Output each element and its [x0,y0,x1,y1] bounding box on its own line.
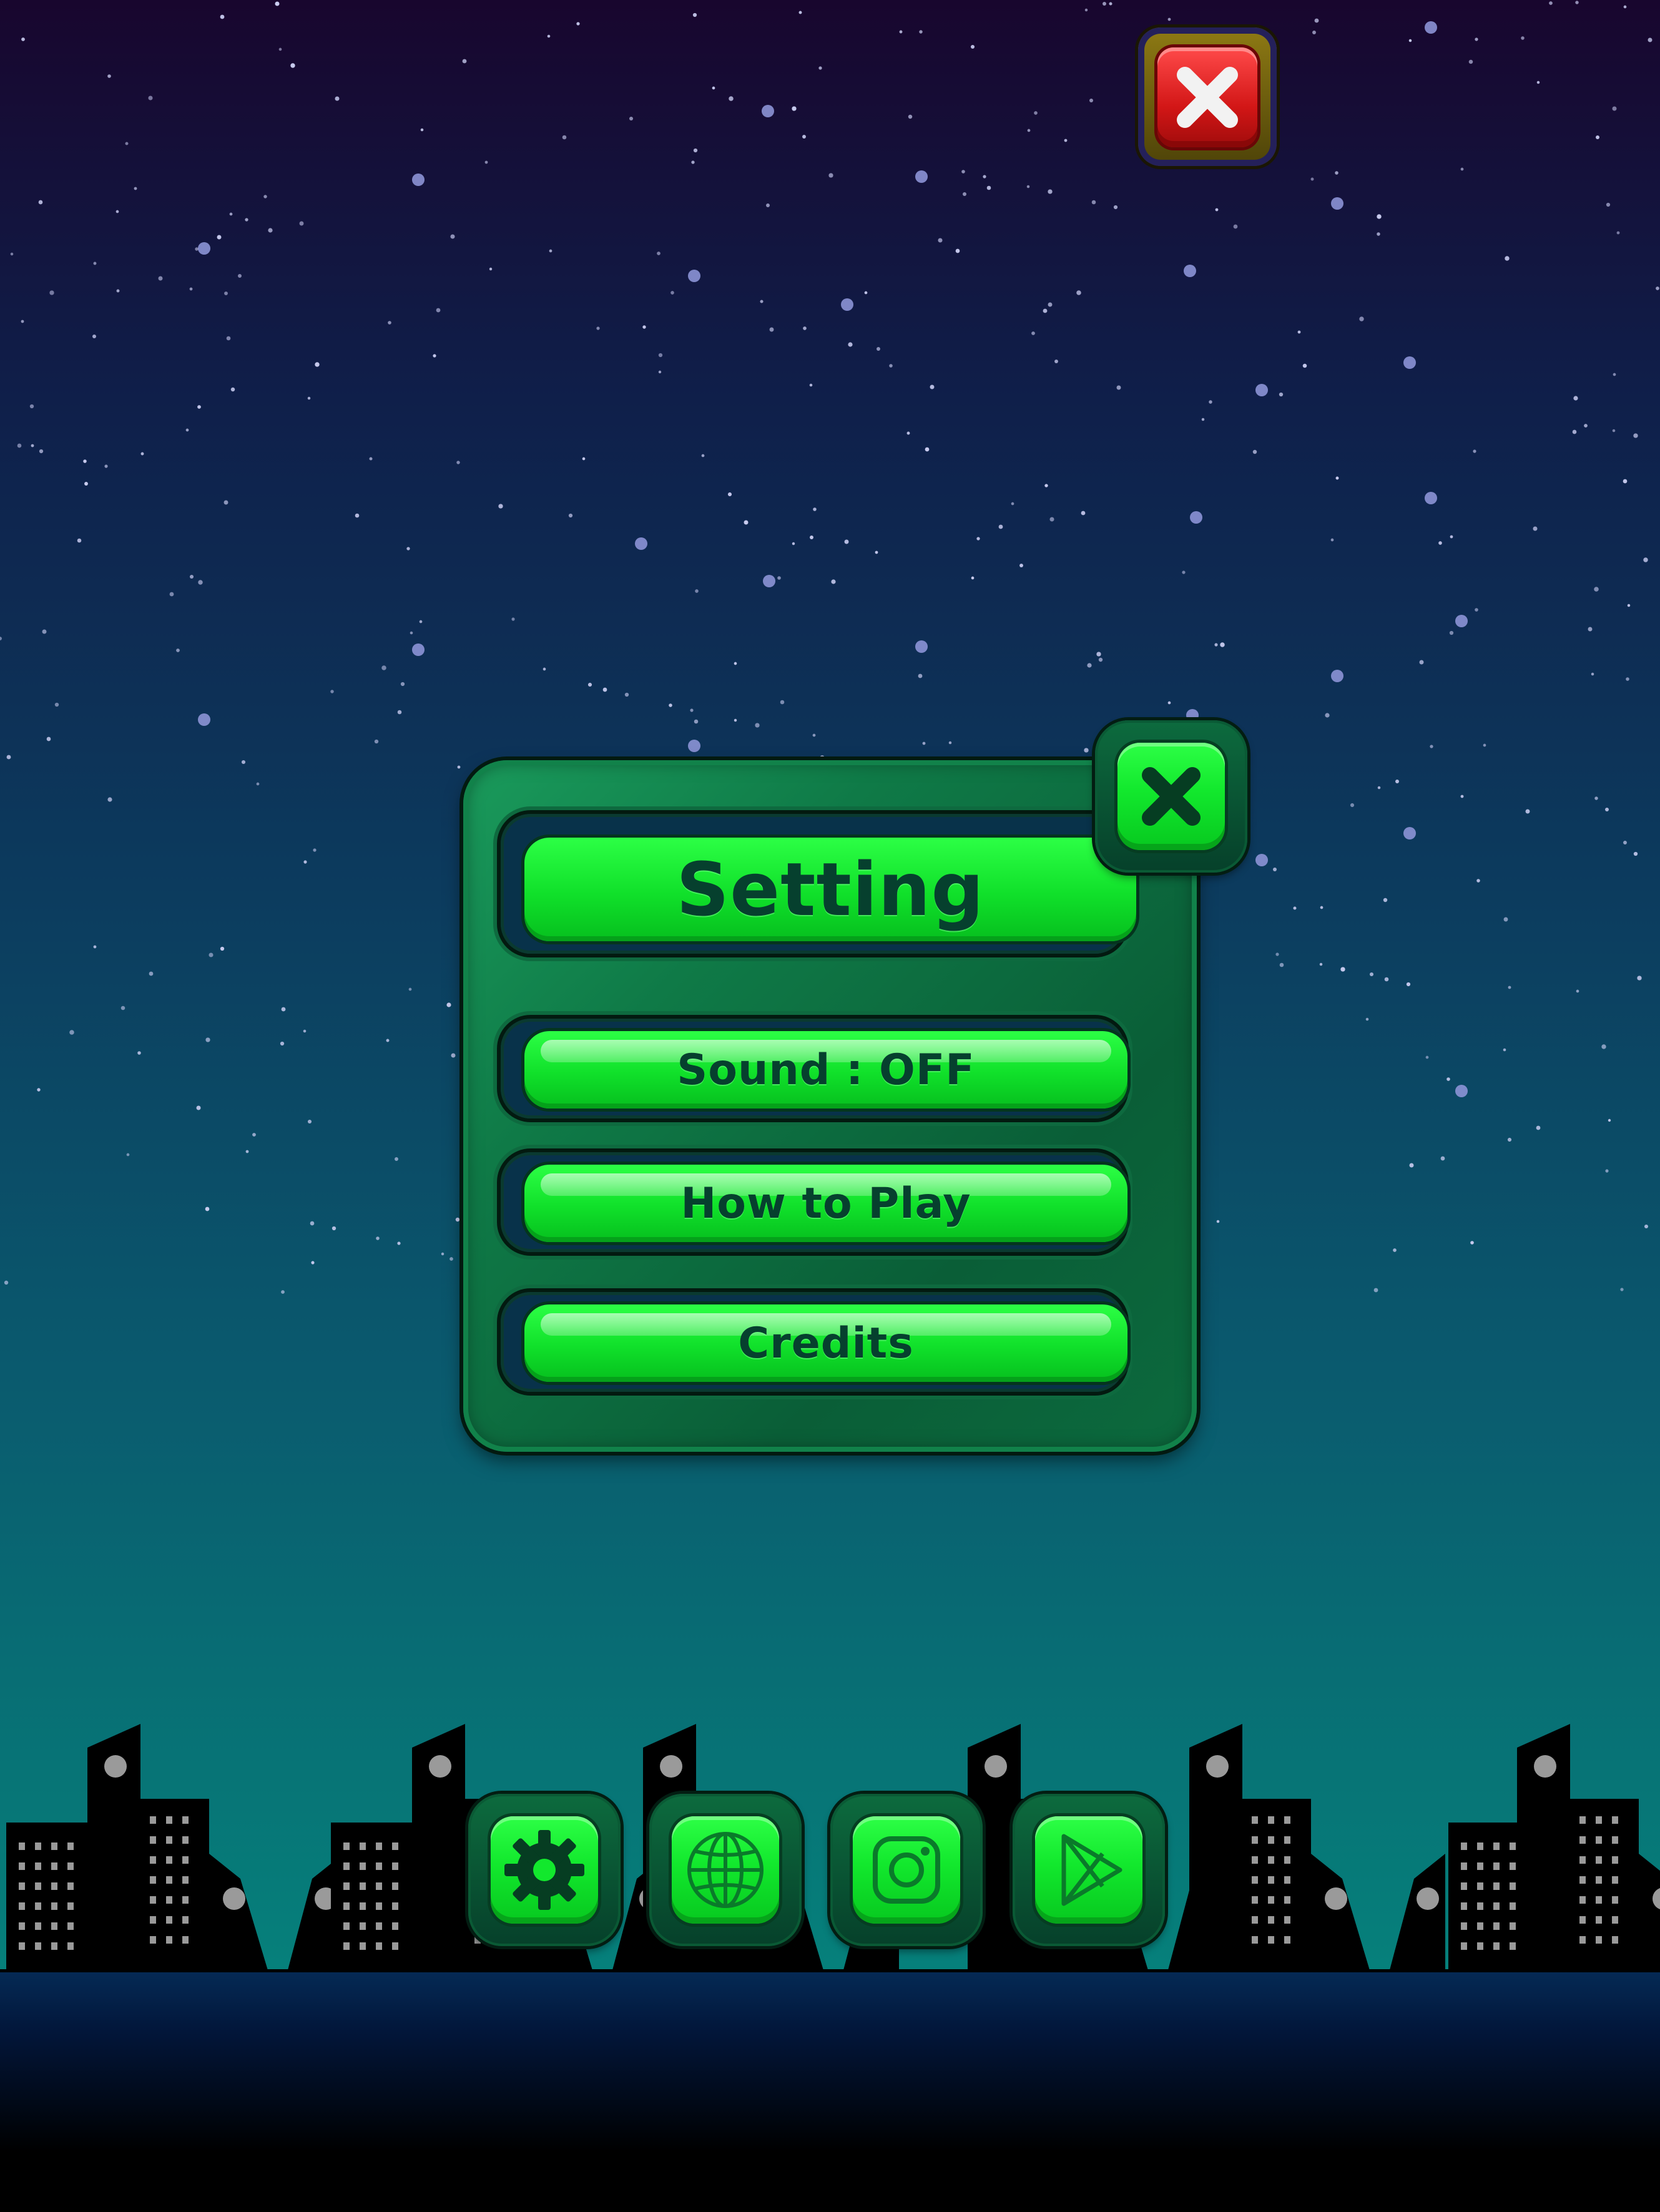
settings-title-banner: Setting [524,838,1136,941]
how-to-play-button[interactable]: How to Play [524,1165,1127,1242]
globe-icon [687,1832,764,1908]
close-icon [1142,767,1201,826]
instagram-button[interactable] [853,1816,960,1924]
how-to-play-label: How to Play [680,1178,971,1228]
instagram-icon [873,1836,940,1904]
top-close-button[interactable] [1157,47,1257,147]
panel-title: Setting [676,846,985,932]
play-store-button[interactable] [1035,1816,1142,1924]
panel-close-button[interactable] [1117,743,1225,850]
credits-button[interactable]: Credits [524,1304,1127,1382]
ground [0,1971,1660,2212]
credits-label: Credits [738,1318,914,1368]
sound-toggle-label: Sound : OFF [677,1045,975,1095]
play-store-icon [1061,1834,1122,1906]
close-icon [1177,67,1238,128]
sound-toggle-button[interactable]: Sound : OFF [524,1031,1127,1108]
website-button[interactable] [672,1816,779,1924]
settings-panel: Setting Sound : OFF How to Play Credits [463,760,1197,1452]
gear-icon [504,1830,584,1910]
settings-button[interactable] [491,1816,598,1924]
